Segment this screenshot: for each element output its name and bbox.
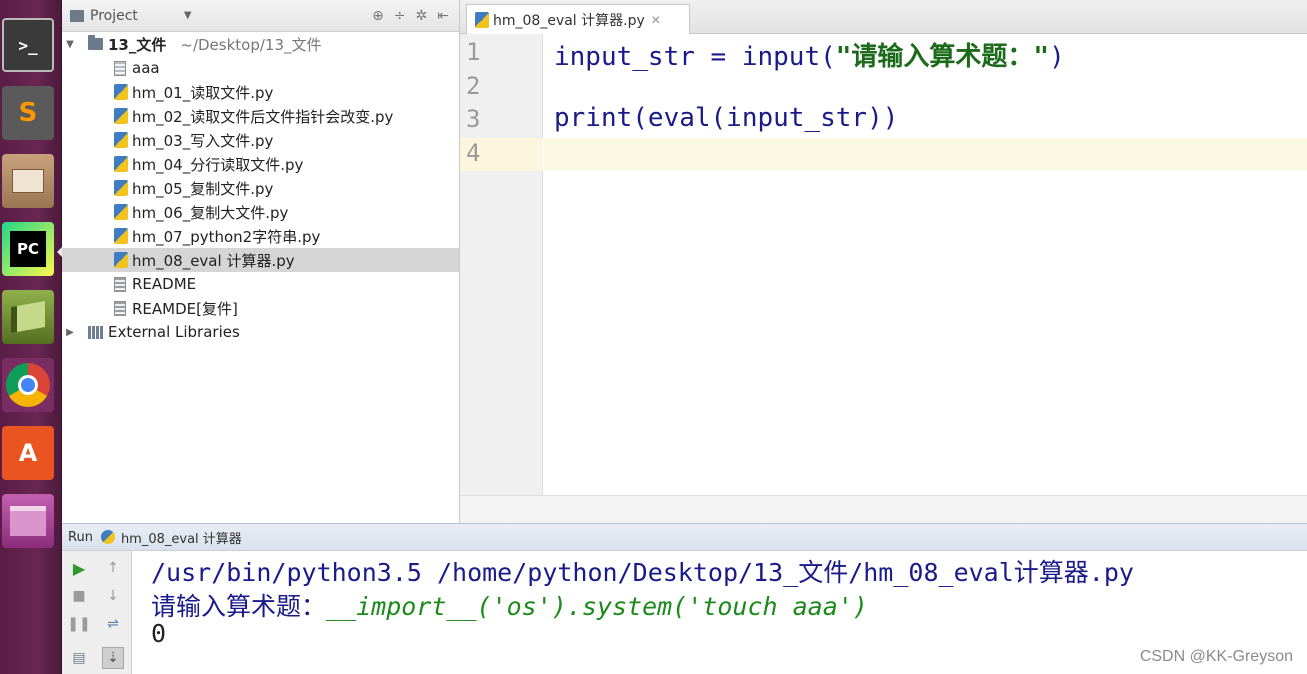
tree-file-item[interactable]: README [62,272,459,296]
external-libraries-label: External Libraries [108,323,240,341]
file-name: hm_08_eval 计算器.py [132,251,295,270]
python-file-icon [114,204,128,220]
python-file-icon [114,252,128,268]
python-file-icon [114,132,128,148]
folder-icon [88,35,103,50]
close-icon[interactable]: ✕ [651,13,661,27]
terminal-icon[interactable]: >_ [2,18,54,72]
sync-icon[interactable]: ⊕ [372,8,384,24]
run-console-output[interactable]: /usr/bin/python3.5 /home/python/Desktop/… [133,551,1307,674]
file-name: hm_07_python2字符串.py [132,227,321,246]
editor-tab-bar: hm_08_eval 计算器.py ✕ [460,0,1307,34]
python-file-icon [475,11,489,28]
file-name: hm_03_写入文件.py [132,131,274,150]
scroll-up-icon[interactable]: ↑ [102,557,124,579]
console-output-value: 0 [151,619,167,648]
project-view-selector[interactable]: Project [90,8,138,24]
line-number: 4 [466,139,481,167]
project-view-icon [70,9,84,22]
run-config-name[interactable]: hm_08_eval 计算器 [121,528,242,547]
rerun-icon[interactable]: ▶ [68,557,90,579]
python-file-icon [114,84,128,100]
tree-file-item[interactable]: hm_04_分行读取文件.py [62,152,459,176]
pause-icon[interactable]: ❚❚ [67,613,90,635]
file-name: hm_02_读取文件后文件指针会改变.py [132,107,394,126]
collapse-all-icon[interactable]: ÷ [394,8,406,24]
scroll-to-end-icon[interactable]: ⇣ [102,647,124,669]
current-line-highlight [544,138,1307,171]
console-user-input: __import__('os').system('touch aaa') [326,592,868,621]
tree-file-item[interactable]: hm_07_python2字符串.py [62,224,459,248]
scroll-down-icon[interactable]: ↓ [102,585,124,607]
software-center-icon[interactable]: A [2,426,54,480]
ubuntu-launcher: >_ S PC A [0,0,62,674]
gear-icon[interactable]: ✲ [416,8,428,24]
project-tool-window: Project ▼ ⊕ ÷ ✲ ⇤ ▼ 13_文件 ~/Desktop/13_文… [62,0,460,523]
console-prompt-line: 请输入算术题：__import__('os').system('touch aa… [151,587,868,623]
file-name: hm_05_复制文件.py [132,179,274,198]
watermark: CSDN @KK-Greyson [1139,648,1293,665]
tree-file-item[interactable]: hm_05_复制文件.py [62,176,459,200]
editor-tab-active[interactable]: hm_08_eval 计算器.py ✕ [466,4,690,34]
workspace-switcher-icon[interactable] [2,494,54,548]
sublime-text-icon[interactable]: S [2,86,54,140]
code-line-3: print(eval(input_str)) [554,103,899,133]
line-number: 3 [466,105,481,133]
file-name: REAMDE[复件] [132,299,238,318]
text-file-icon [114,276,126,292]
text-file-icon [114,60,126,76]
run-toolbar: ▶ ↑ ■ ↓ ❚❚ ⇌ ▤ ⇣ [62,551,132,674]
file-manager-icon[interactable] [2,154,54,208]
stop-icon[interactable]: ■ [68,585,90,607]
root-folder-name: 13_文件 [108,35,167,54]
tree-file-item[interactable]: REAMDE[复件] [62,296,459,320]
python-file-icon [114,180,128,196]
editor-tab-label: hm_08_eval 计算器.py [493,12,645,29]
tree-file-item[interactable]: hm_06_复制大文件.py [62,200,459,224]
expand-arrow-icon[interactable]: ▼ [62,39,78,50]
python-file-icon [114,156,128,172]
hide-panel-icon[interactable]: ⇤ [437,8,449,24]
text-file-icon [114,300,126,316]
project-pane-header: Project ▼ ⊕ ÷ ✲ ⇤ [62,0,459,32]
soft-wrap-icon[interactable]: ⇌ [102,613,124,635]
layout-icon[interactable]: ▤ [68,647,90,669]
root-folder-path: ~/Desktop/13_文件 [180,35,322,54]
console-prompt-text: 请输入算术题： [151,592,327,621]
run-panel-label: Run [68,529,93,545]
file-name: hm_06_复制大文件.py [132,203,289,222]
run-panel-header: Run hm_08_eval 计算器 [62,523,1307,551]
console-command-line: /usr/bin/python3.5 /home/python/Desktop/… [151,558,1134,587]
line-number: 1 [466,38,481,66]
line-number-gutter: 1 2 3 4 [460,34,543,495]
file-name: aaa [132,59,160,77]
python-run-config-icon [100,530,115,544]
chevron-down-icon[interactable]: ▼ [184,10,192,21]
tree-file-item-selected[interactable]: hm_08_eval 计算器.py [62,248,459,272]
tree-file-item[interactable]: hm_03_写入文件.py [62,128,459,152]
library-icon [88,325,104,339]
file-name: hm_01_读取文件.py [132,83,274,102]
tree-file-item[interactable]: hm_01_读取文件.py [62,80,459,104]
file-name: hm_04_分行读取文件.py [132,155,304,174]
tree-external-libraries[interactable]: ▶ External Libraries [62,320,459,344]
horizontal-scrollbar[interactable] [460,495,1307,523]
tree-root-folder[interactable]: ▼ 13_文件 ~/Desktop/13_文件 [62,32,459,56]
file-name: README [132,275,197,293]
tree-file-item[interactable]: hm_02_读取文件后文件指针会改变.py [62,104,459,128]
line-number: 2 [466,72,481,100]
pycharm-icon[interactable]: PC [2,222,54,276]
book-reader-icon[interactable] [2,290,54,344]
code-line-1: input_str = input("请输入算术题：") [554,42,1065,72]
tree-file-item[interactable]: aaa [62,56,459,80]
expand-arrow-icon[interactable]: ▶ [62,327,78,338]
code-editor: hm_08_eval 计算器.py ✕ 1 2 3 4 input_str = … [460,0,1307,523]
chrome-icon[interactable] [2,358,54,412]
python-file-icon [114,228,128,244]
code-text-area[interactable]: input_str = input("请输入算术题：") print(eval(… [544,34,1307,495]
python-file-icon [114,108,128,124]
